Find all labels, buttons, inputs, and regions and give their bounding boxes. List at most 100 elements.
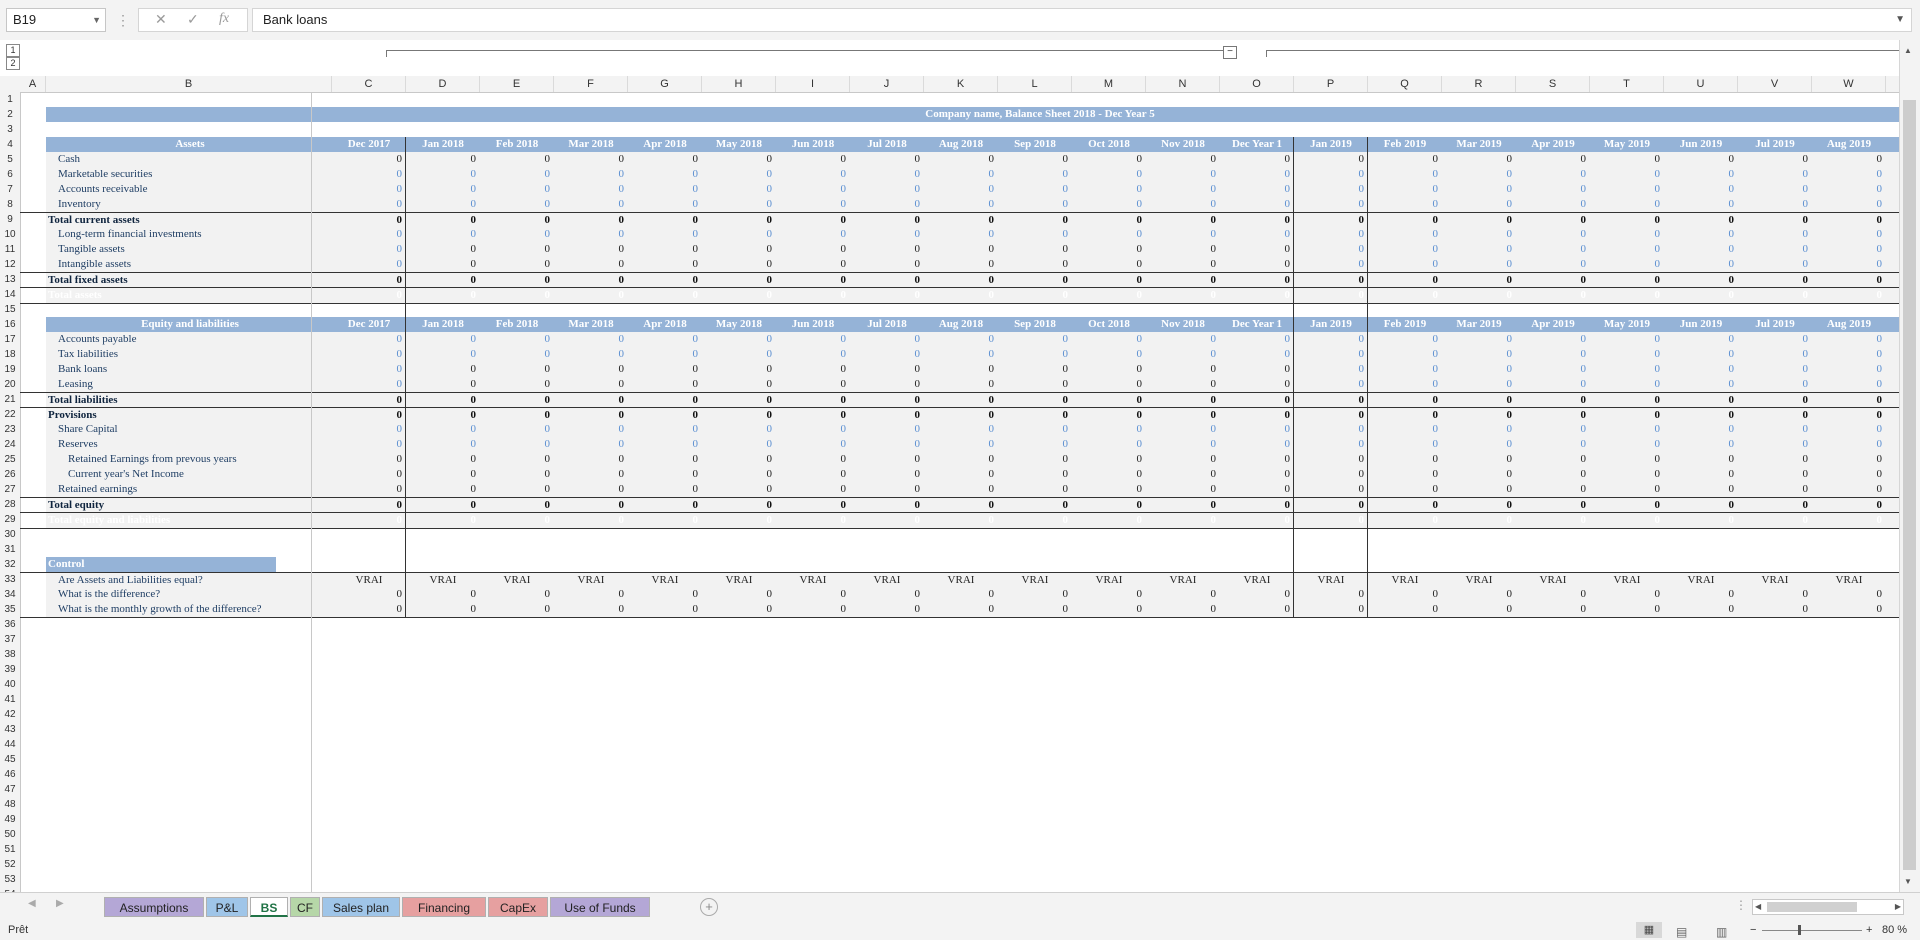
row-label[interactable]: Current year's Net Income xyxy=(46,467,332,482)
cell[interactable]: 0 xyxy=(332,513,406,528)
cell[interactable]: 0 xyxy=(1738,467,1812,482)
row-header[interactable]: 12 xyxy=(0,257,20,272)
cell[interactable]: 0 xyxy=(1738,482,1812,497)
cell[interactable]: 0 xyxy=(1220,467,1294,482)
cell[interactable]: VRAI xyxy=(332,573,406,588)
cell[interactable]: 0 xyxy=(702,167,776,182)
cell[interactable]: 0 xyxy=(1146,602,1220,617)
cell[interactable]: 0 xyxy=(1146,273,1220,288)
cell[interactable]: 0 xyxy=(1442,347,1516,362)
cell[interactable]: 0 xyxy=(1368,152,1442,167)
cell[interactable]: 0 xyxy=(1146,257,1220,272)
cell[interactable]: 0 xyxy=(850,347,924,362)
cell[interactable]: VRAI xyxy=(1220,573,1294,588)
cell[interactable]: 0 xyxy=(406,347,480,362)
cell[interactable]: 0 xyxy=(628,498,702,513)
row-header[interactable]: 40 xyxy=(0,677,20,692)
cell[interactable]: 0 xyxy=(628,197,702,212)
cell[interactable]: 0 xyxy=(1886,393,1899,408)
column-header[interactable]: O xyxy=(1220,76,1294,92)
cell[interactable]: VRAI xyxy=(702,573,776,588)
cell[interactable]: 0 xyxy=(1294,167,1368,182)
cell[interactable]: 0 xyxy=(1072,152,1146,167)
cell[interactable]: 0 xyxy=(998,498,1072,513)
column-header[interactable]: G xyxy=(628,76,702,92)
cell[interactable]: 0 xyxy=(1072,602,1146,617)
cell[interactable]: 0 xyxy=(998,362,1072,377)
cell[interactable]: 0 xyxy=(1220,587,1294,602)
cell[interactable]: 0 xyxy=(1812,197,1886,212)
cell[interactable]: 0 xyxy=(480,257,554,272)
cell[interactable]: 0 xyxy=(1072,242,1146,257)
cell[interactable]: 0 xyxy=(1886,152,1899,167)
outline-level-1-button[interactable]: 1 xyxy=(6,44,20,57)
cell[interactable]: 0 xyxy=(1812,213,1886,228)
cell[interactable]: 0 xyxy=(1368,587,1442,602)
cell[interactable]: 0 xyxy=(1442,393,1516,408)
cell[interactable]: 0 xyxy=(480,167,554,182)
cell[interactable]: 0 xyxy=(628,213,702,228)
row-header[interactable]: 33 xyxy=(0,572,20,587)
cell[interactable]: 0 xyxy=(1886,437,1899,452)
cell[interactable]: 0 xyxy=(406,422,480,437)
cell[interactable]: 0 xyxy=(554,377,628,392)
cell[interactable]: 0 xyxy=(1368,602,1442,617)
cell[interactable]: 0 xyxy=(1664,467,1738,482)
cell[interactable]: 0 xyxy=(1590,587,1664,602)
cell[interactable]: 0 xyxy=(776,408,850,423)
row-label[interactable]: Reserves xyxy=(46,437,332,452)
cell[interactable]: 0 xyxy=(1812,482,1886,497)
cell[interactable]: 0 xyxy=(480,602,554,617)
row-label[interactable]: Equity and liabilities xyxy=(46,317,332,332)
cell[interactable]: 0 xyxy=(406,182,480,197)
cell[interactable]: 0 xyxy=(332,227,406,242)
cell[interactable]: 0 xyxy=(406,602,480,617)
cell[interactable]: 0 xyxy=(1738,182,1812,197)
cell[interactable]: 0 xyxy=(1072,347,1146,362)
cell[interactable]: 0 xyxy=(1886,602,1899,617)
cell[interactable]: 0 xyxy=(1220,393,1294,408)
cell[interactable]: 0 xyxy=(628,437,702,452)
cell[interactable]: 0 xyxy=(1220,377,1294,392)
cell[interactable]: 0 xyxy=(702,362,776,377)
row-label[interactable]: Intangible assets xyxy=(46,257,332,272)
row-label[interactable]: Total assets xyxy=(46,288,332,303)
column-header[interactable]: H xyxy=(702,76,776,92)
cell[interactable]: 0 xyxy=(1812,167,1886,182)
cell[interactable]: 0 xyxy=(1442,167,1516,182)
cell[interactable]: 0 xyxy=(1442,197,1516,212)
cell[interactable]: 0 xyxy=(1738,213,1812,228)
cell[interactable]: 0 xyxy=(1072,227,1146,242)
cell[interactable]: 0 xyxy=(332,437,406,452)
row-header[interactable]: 24 xyxy=(0,437,20,452)
cell[interactable]: 0 xyxy=(1886,513,1899,528)
month-header[interactable]: Feb 2019 xyxy=(1368,137,1442,152)
cell[interactable]: 0 xyxy=(1516,288,1590,303)
cell[interactable]: 0 xyxy=(998,408,1072,423)
cell[interactable]: 0 xyxy=(1738,498,1812,513)
cell[interactable]: 0 xyxy=(1590,377,1664,392)
row-header[interactable]: 50 xyxy=(0,827,20,842)
cell[interactable]: 0 xyxy=(628,167,702,182)
cell[interactable]: 0 xyxy=(1590,332,1664,347)
cell[interactable]: 0 xyxy=(1220,437,1294,452)
cell[interactable]: 0 xyxy=(1442,332,1516,347)
cell[interactable]: 0 xyxy=(554,393,628,408)
cell[interactable]: 0 xyxy=(776,482,850,497)
cell[interactable]: 0 xyxy=(702,332,776,347)
cell[interactable]: 0 xyxy=(1886,182,1899,197)
cell[interactable]: 0 xyxy=(1664,347,1738,362)
month-header[interactable]: Jun 2018 xyxy=(776,137,850,152)
cell[interactable]: 0 xyxy=(924,273,998,288)
cell[interactable]: 0 xyxy=(332,498,406,513)
cell[interactable]: 0 xyxy=(1220,213,1294,228)
cell[interactable]: 0 xyxy=(1072,498,1146,513)
cell[interactable]: 0 xyxy=(1294,332,1368,347)
month-header[interactable]: Aug 2019 xyxy=(1812,317,1886,332)
cell[interactable]: 0 xyxy=(332,482,406,497)
cell[interactable]: 0 xyxy=(1886,227,1899,242)
cell[interactable]: 0 xyxy=(924,227,998,242)
cell[interactable]: 0 xyxy=(332,452,406,467)
cell[interactable]: 0 xyxy=(1368,227,1442,242)
cell[interactable]: 0 xyxy=(1072,213,1146,228)
